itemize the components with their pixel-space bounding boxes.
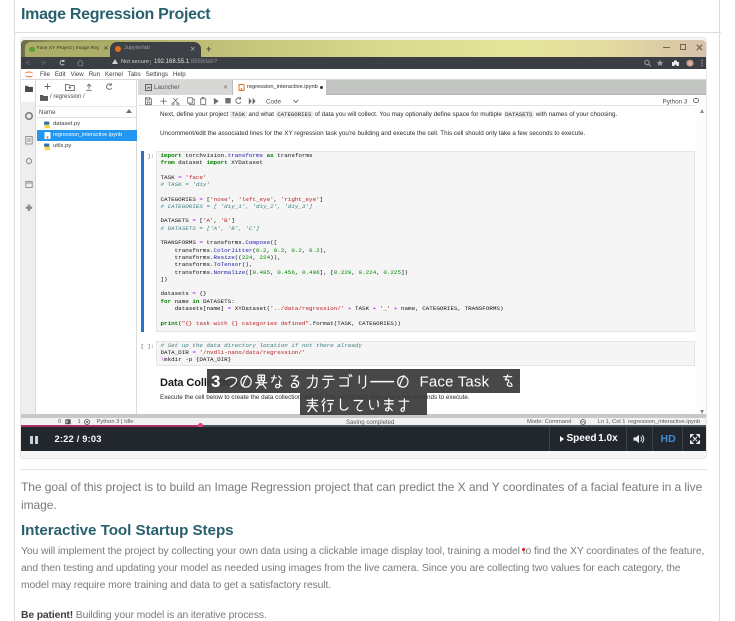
svg-text:Code: Code xyxy=(266,98,282,105)
svg-text:Face Task: Face Task xyxy=(419,373,489,390)
svg-text:Python 3: Python 3 xyxy=(663,98,688,105)
svg-text:3: 3 xyxy=(211,372,220,391)
